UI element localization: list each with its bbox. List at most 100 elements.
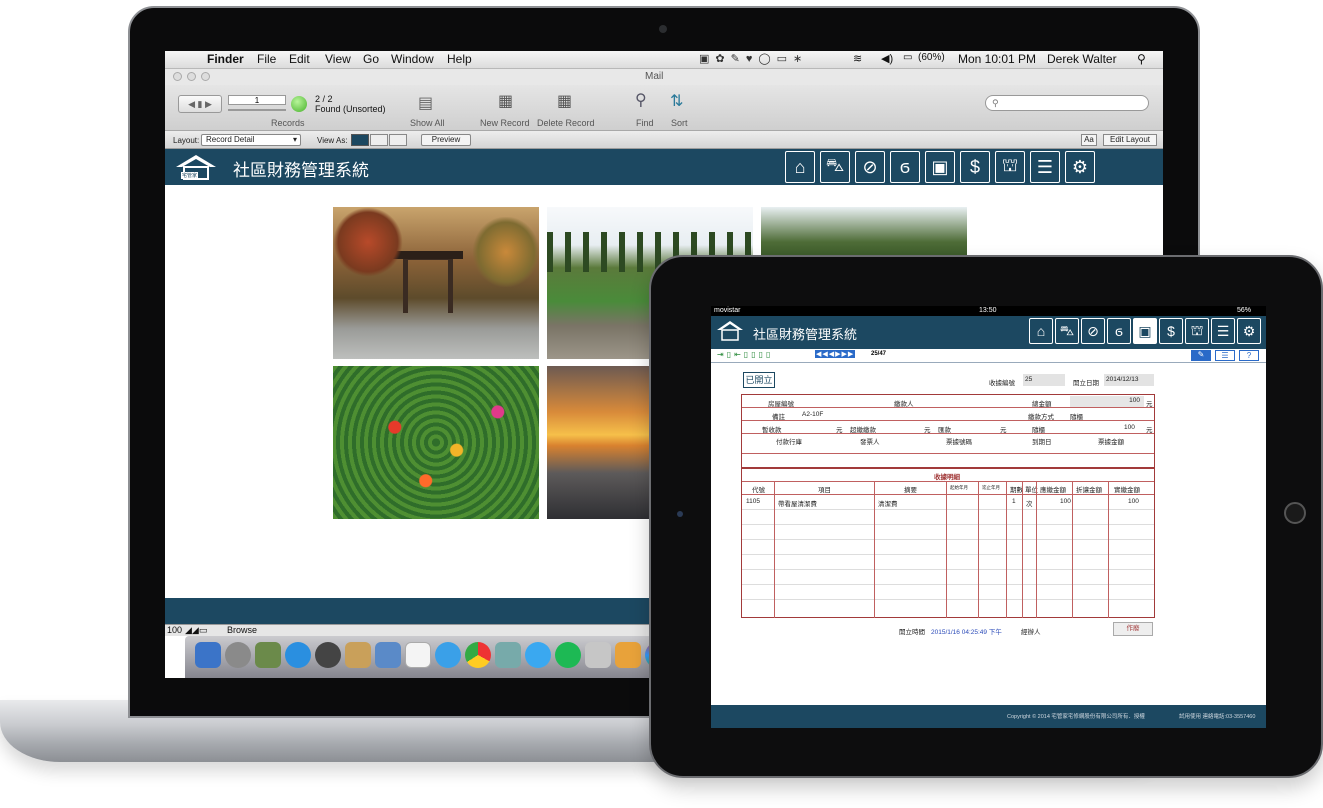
new-record-icon[interactable]: ▦ — [498, 91, 513, 111]
menu-view[interactable]: View — [325, 52, 351, 66]
photos-dock-icon[interactable] — [495, 642, 521, 668]
menubar-user[interactable]: Derek Walter — [1047, 52, 1117, 66]
find-button[interactable]: Find — [636, 118, 654, 128]
delete-record-button[interactable]: Delete Record — [537, 118, 595, 128]
menu-edit[interactable]: Edit — [289, 52, 310, 66]
font-button[interactable]: Aa — [1081, 134, 1097, 146]
quick-find-input[interactable]: ⚲ — [985, 95, 1149, 111]
spotlight-icon[interactable]: ⚲ — [1137, 52, 1146, 66]
dashboard-dock-icon[interactable] — [315, 642, 341, 668]
sort-icon[interactable]: ⇅ — [670, 91, 683, 111]
window-titlebar: Mail — [165, 69, 1163, 85]
calendar-dock-icon[interactable] — [405, 642, 431, 668]
appstore-dock-icon[interactable] — [285, 642, 311, 668]
motorcycle-icon[interactable]: ϭ — [890, 151, 920, 183]
launchpad-dock-icon[interactable] — [225, 642, 251, 668]
sort-button[interactable]: Sort — [671, 118, 688, 128]
menu-go[interactable]: Go — [363, 52, 379, 66]
find-icon[interactable]: ⚲ — [635, 90, 647, 110]
form-view-button[interactable] — [351, 134, 369, 146]
no-parking-icon[interactable]: ⊘ — [855, 151, 885, 183]
itunes-dock-icon[interactable] — [525, 642, 551, 668]
photo-palm-trees — [761, 207, 967, 257]
list-icon[interactable]: ☰ — [1030, 151, 1060, 183]
new-record-button[interactable]: New Record — [480, 118, 530, 128]
total-label: 總金額 — [1032, 401, 1052, 408]
menu-window[interactable]: Window — [391, 52, 434, 66]
safari-dock-icon[interactable] — [435, 642, 461, 668]
void-button[interactable]: 作廢 — [1113, 622, 1153, 636]
bill-icon[interactable]: ▣ — [1133, 318, 1157, 344]
bill-icon[interactable]: ▣ — [925, 151, 955, 183]
laptop-camera — [659, 25, 667, 33]
ios-time: 13:50 — [979, 307, 997, 314]
bank-icon[interactable]: ⛫ — [1185, 318, 1209, 344]
show-all-button[interactable]: Show All — [410, 118, 445, 128]
cash-amount: 100 — [1124, 424, 1135, 431]
close-button[interactable] — [173, 72, 182, 81]
issue-date-label: 開立日期 — [1073, 380, 1099, 387]
preview-button[interactable]: Preview — [421, 134, 471, 146]
home-icon[interactable]: ⌂ — [785, 151, 815, 183]
mission-dock-icon[interactable] — [255, 642, 281, 668]
row-summary: 清潔費 — [878, 501, 898, 508]
prepay-label: 暫收款 — [762, 427, 782, 434]
finder-dock-icon[interactable] — [195, 642, 221, 668]
menu-help[interactable]: Help — [447, 52, 472, 66]
show-all-icon[interactable]: ▤ — [418, 93, 433, 113]
spotify-dock-icon[interactable] — [555, 642, 581, 668]
row-due: 100 — [1060, 498, 1071, 505]
motorcycle-icon[interactable]: ϭ — [1107, 318, 1131, 344]
row-periods: 1 — [1012, 498, 1016, 505]
status-toggle-icons[interactable]: ◢◢▭ — [185, 625, 207, 636]
ipad-home-button[interactable] — [1284, 502, 1306, 524]
col-discount: 折讓金額 — [1076, 487, 1102, 494]
table-view-button[interactable] — [389, 134, 407, 146]
gear-icon[interactable]: ⚙ — [1065, 151, 1095, 183]
due-label: 到期日 — [1032, 439, 1052, 446]
coins-icon[interactable]: $ — [1159, 318, 1183, 344]
edit-layout-button[interactable]: Edit Layout — [1103, 134, 1157, 146]
total-amount: 100 — [1070, 396, 1144, 407]
coins-icon[interactable]: $ — [960, 151, 990, 183]
chrome-dock-icon[interactable] — [465, 642, 491, 668]
tool-dock-icon[interactable] — [585, 642, 611, 668]
help-icon[interactable]: ? — [1239, 350, 1259, 361]
gear-icon[interactable]: ⚙ — [1237, 318, 1261, 344]
total-unit: 元 — [1146, 401, 1153, 408]
drawer-label: 發票人 — [860, 439, 880, 446]
volume-icon[interactable]: ◀) — [881, 52, 893, 65]
battery-icon[interactable]: ▭ — [903, 52, 912, 63]
preview-dock-icon[interactable] — [375, 642, 401, 668]
issue-time-label: 開立時間 — [899, 629, 925, 636]
no-parking-icon[interactable]: ⊘ — [1081, 318, 1105, 344]
layout-select[interactable]: Record Detail — [201, 134, 301, 146]
minimize-button[interactable] — [187, 72, 196, 81]
zoom-button[interactable] — [201, 72, 210, 81]
status-icons[interactable]: ▣✿✎♥◯▭∗ — [699, 52, 808, 65]
edit-icon[interactable]: ✎ — [1191, 350, 1211, 361]
app-title: 社區財務管理系統 — [233, 161, 369, 181]
menu-app[interactable]: Finder — [207, 52, 244, 66]
menu-file[interactable]: File — [257, 52, 276, 66]
col-code: 代號 — [752, 487, 765, 494]
car-icon[interactable]: ⛍ — [820, 151, 850, 183]
iphoto-dock-icon[interactable] — [615, 642, 641, 668]
zoom-level[interactable]: 100 — [167, 625, 182, 635]
home-icon[interactable]: ⌂ — [1029, 318, 1053, 344]
record-number-field[interactable]: 1 — [228, 95, 286, 105]
list-view-button[interactable] — [370, 134, 388, 146]
record-slider[interactable] — [228, 109, 286, 111]
delete-record-icon[interactable]: ▦ — [557, 91, 572, 111]
menubar-clock[interactable]: Mon 10:01 PM — [958, 52, 1036, 66]
receipt-no: 25 — [1023, 374, 1065, 386]
record-nav-arrows[interactable]: ◀ ▮ ▶ — [178, 95, 222, 113]
record-nav-arrows[interactable]: ◀◀◀▶▶▶ — [815, 350, 856, 358]
bank-icon[interactable]: ⛫ — [995, 151, 1025, 183]
contacts-dock-icon[interactable] — [345, 642, 371, 668]
record-tool-icons[interactable]: ⇥▯⇤▯▯▯▯ — [717, 350, 773, 359]
checklist-icon[interactable]: ☰ — [1215, 350, 1235, 361]
wifi-icon[interactable]: ≋ — [853, 52, 862, 65]
list-icon[interactable]: ☰ — [1211, 318, 1235, 344]
car-icon[interactable]: ⛍ — [1055, 318, 1079, 344]
